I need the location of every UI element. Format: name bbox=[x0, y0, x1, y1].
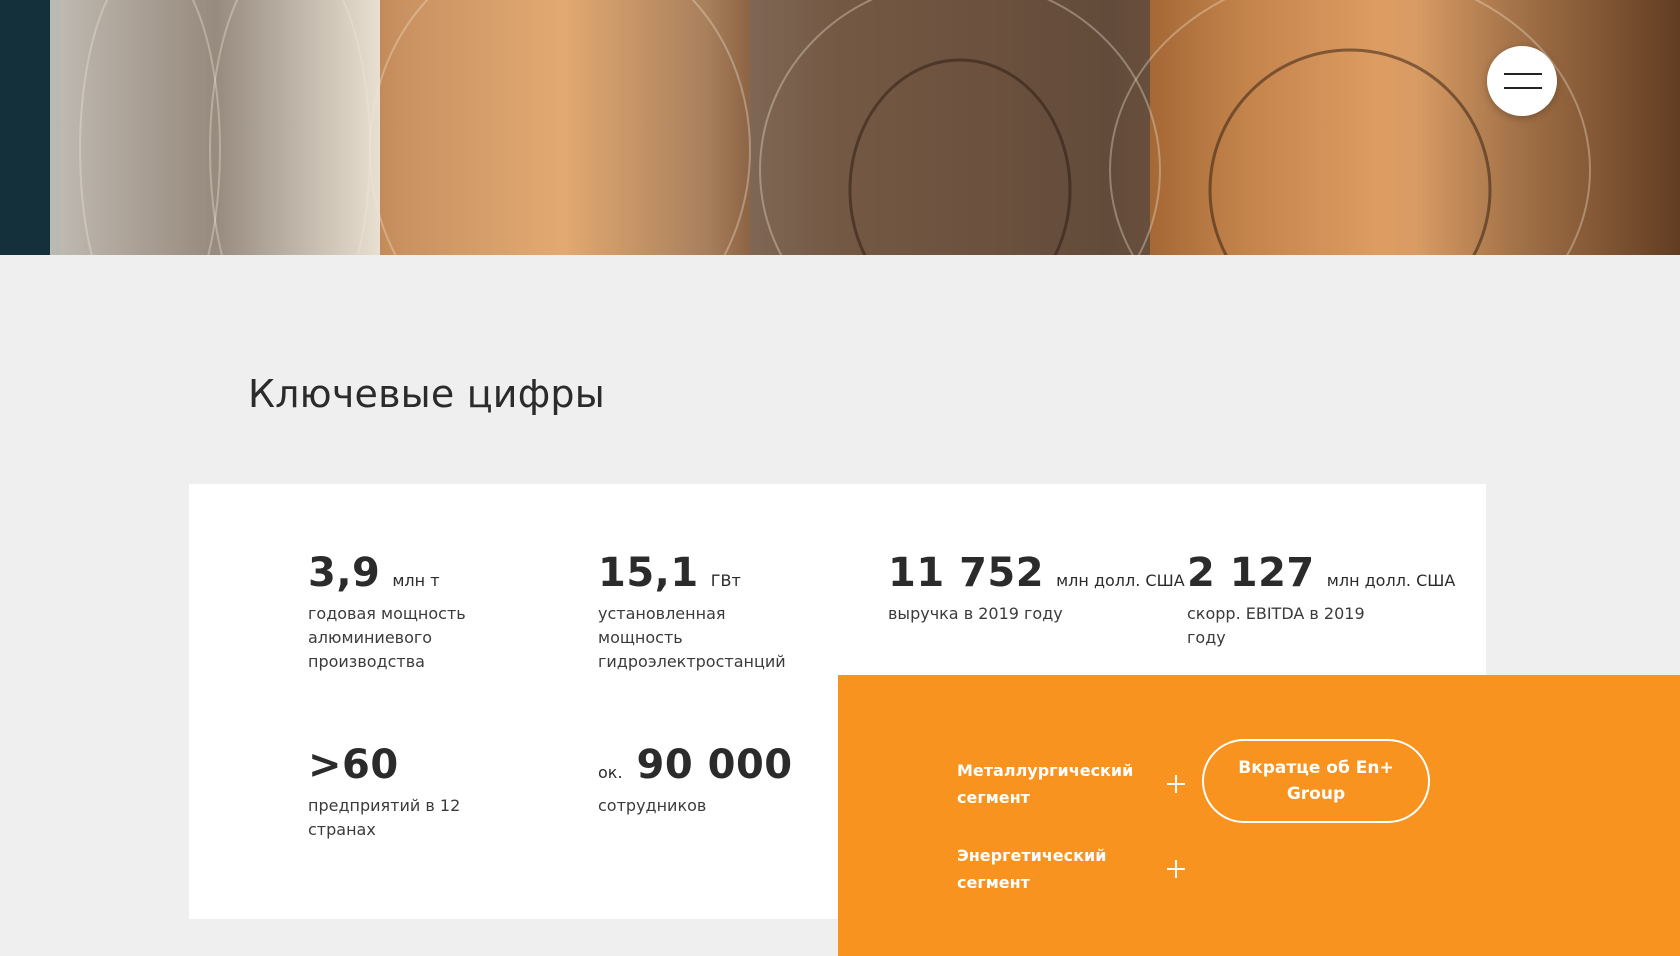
stat-revenue: 11 752 млн долл. США выручка в 2019 году bbox=[888, 550, 1185, 626]
menu-button[interactable] bbox=[1487, 46, 1557, 116]
stat-unit: ГВт bbox=[710, 571, 741, 590]
stat-employees: ок. 90 000 сотрудников bbox=[598, 742, 828, 818]
stat-enterprises: >60 предприятий в 12 странах bbox=[308, 742, 488, 842]
stat-description: скорр. EBITDA в 2019 году bbox=[1187, 604, 1365, 647]
segment-label: Энергетический сегмент bbox=[957, 846, 1107, 892]
segment-energy[interactable]: Энергетический сегмент bbox=[957, 842, 1197, 896]
plus-icon[interactable] bbox=[1167, 860, 1185, 878]
stat-value: 90 000 bbox=[636, 742, 793, 788]
hero-image-wire-coils bbox=[0, 0, 1680, 255]
about-company-button[interactable]: Вкратце об En+ Group bbox=[1202, 739, 1430, 823]
stat-description: установленная мощность гидроэлектростанц… bbox=[598, 604, 786, 671]
hamburger-menu-icon-line bbox=[1504, 87, 1542, 89]
stat-hydro-capacity: 15,1 ГВт установленная мощность гидроэле… bbox=[598, 550, 798, 674]
stat-prefix: ок. bbox=[598, 763, 623, 782]
stat-unit: млн долл. США bbox=[1056, 571, 1185, 590]
hamburger-menu-icon bbox=[1504, 73, 1542, 75]
stat-unit: млн т bbox=[392, 571, 440, 590]
stat-value: 3,9 bbox=[308, 550, 381, 596]
plus-icon[interactable] bbox=[1167, 775, 1185, 793]
stat-description: предприятий в 12 странах bbox=[308, 796, 461, 839]
stat-value: 2 127 bbox=[1187, 550, 1315, 596]
stat-value: 11 752 bbox=[888, 550, 1045, 596]
section-title: Ключевые цифры bbox=[248, 372, 605, 416]
segment-label: Металлургический сегмент bbox=[957, 761, 1134, 807]
stat-aluminium-capacity: 3,9 млн т годовая мощность алюминиевого … bbox=[308, 550, 508, 674]
stat-ebitda: 2 127 млн долл. США скорр. EBITDA в 2019… bbox=[1187, 550, 1455, 650]
segments-panel: Металлургический сегмент Энергетический … bbox=[838, 675, 1680, 956]
segment-metallurgical[interactable]: Металлургический сегмент bbox=[957, 757, 1197, 811]
stat-value: >60 bbox=[308, 742, 399, 788]
stat-description: годовая мощность алюминиевого производст… bbox=[308, 604, 466, 671]
stat-unit: млн долл. США bbox=[1326, 571, 1456, 590]
stat-value: 15,1 bbox=[598, 550, 699, 596]
wire-coils-illustration bbox=[0, 0, 1680, 255]
stat-description: сотрудников bbox=[598, 796, 707, 815]
stat-description: выручка в 2019 году bbox=[888, 604, 1063, 623]
